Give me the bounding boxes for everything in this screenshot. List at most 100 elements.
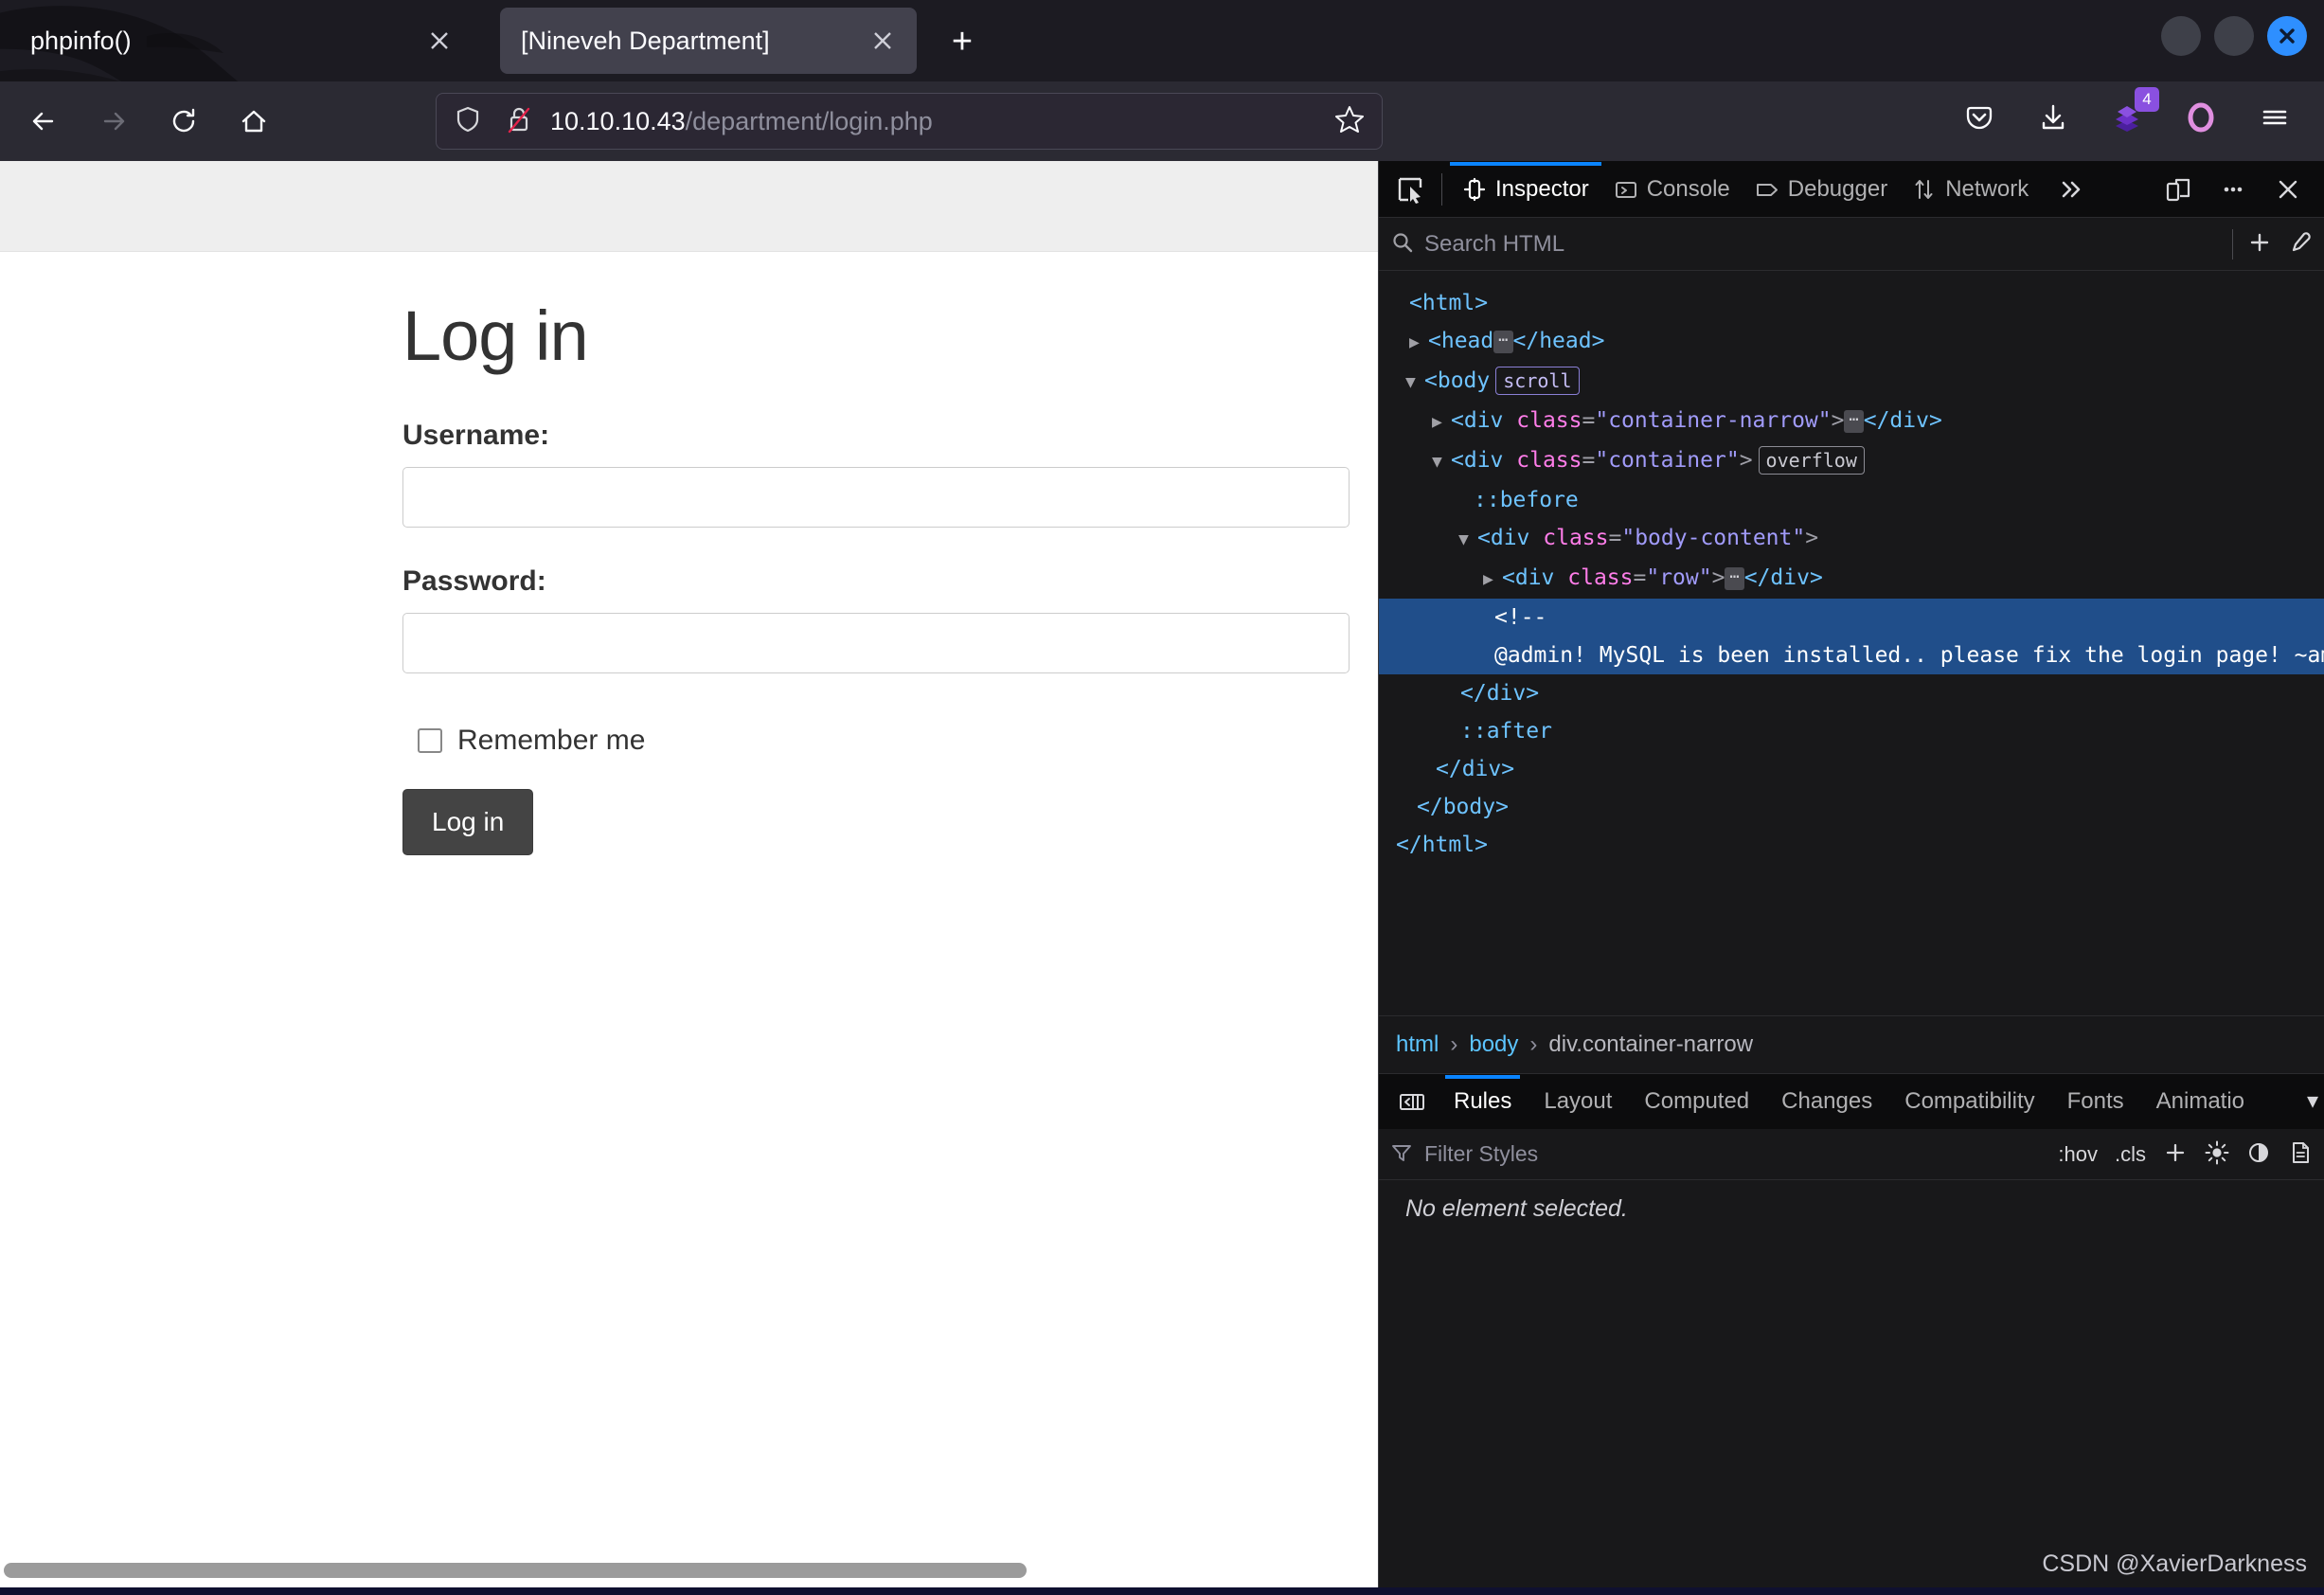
- new-tab-button[interactable]: +: [938, 17, 987, 66]
- forward-arrow-icon[interactable]: [87, 95, 140, 148]
- window-close-button[interactable]: [2267, 16, 2307, 56]
- dom-node-html[interactable]: <html>: [1379, 284, 2324, 322]
- breadcrumb-item-html[interactable]: html: [1396, 1031, 1439, 1058]
- tab-inspector[interactable]: Inspector: [1450, 161, 1601, 217]
- username-input[interactable]: [402, 467, 1350, 528]
- dom-search-bar[interactable]: Search HTML: [1379, 218, 2324, 271]
- dom-node-body-content[interactable]: <div class="body-content">: [1379, 519, 2324, 559]
- plus-icon[interactable]: [2246, 229, 2273, 260]
- tab-close-icon[interactable]: [419, 20, 460, 62]
- close-devtools-icon[interactable]: [2263, 166, 2313, 213]
- devtools-panel: Inspector Console Debugger Network Searc…: [1378, 161, 2324, 1595]
- home-icon[interactable]: [227, 95, 280, 148]
- insecure-lock-icon[interactable]: [503, 103, 535, 140]
- extension-icon[interactable]: 4: [2102, 87, 2159, 142]
- chevron-double-right-icon[interactable]: [2047, 166, 2096, 213]
- filter-styles-placeholder: Filter Styles: [1424, 1141, 1539, 1166]
- style-pane-tabs: Rules Layout Computed Changes Compatibil…: [1379, 1074, 2324, 1129]
- no-element-selected-message: No element selected.: [1405, 1195, 1628, 1222]
- dom-node-row[interactable]: <div class="row">⋯</div>: [1379, 559, 2324, 599]
- twisty-icon[interactable]: [1409, 324, 1428, 362]
- tab-label: Inspector: [1495, 175, 1589, 202]
- address-bar[interactable]: 10.10.10.43/department/login.php: [436, 93, 1383, 150]
- ellipsis-badge[interactable]: ⋯: [1725, 567, 1744, 590]
- tab-close-icon[interactable]: [862, 20, 903, 62]
- tab-network[interactable]: Network: [1900, 162, 2041, 217]
- dom-tree[interactable]: <html> <head⋯</head> <bodyscroll <div cl…: [1379, 271, 2324, 864]
- back-arrow-icon[interactable]: [17, 95, 70, 148]
- subtab-computed[interactable]: Computed: [1628, 1075, 1765, 1128]
- remember-me-row[interactable]: Remember me: [402, 725, 1378, 757]
- twisty-icon[interactable]: [1432, 403, 1451, 441]
- account-icon[interactable]: [2176, 93, 2226, 142]
- download-icon[interactable]: [2029, 93, 2078, 142]
- dom-node-after-pseudo[interactable]: ::after: [1379, 712, 2324, 750]
- sun-icon[interactable]: [2205, 1140, 2229, 1169]
- subtab-animation[interactable]: Animatio: [2140, 1075, 2261, 1128]
- breadcrumb-item-body[interactable]: body: [1469, 1031, 1518, 1058]
- more-options-icon[interactable]: [2208, 166, 2258, 213]
- remember-me-checkbox[interactable]: [418, 728, 442, 753]
- twisty-icon[interactable]: [1483, 561, 1502, 599]
- class-toggle-button[interactable]: .cls: [2115, 1142, 2146, 1167]
- twisty-icon[interactable]: [1458, 521, 1477, 559]
- tab-title: phpinfo(): [30, 26, 132, 55]
- dom-node-before-pseudo[interactable]: ::before: [1379, 481, 2324, 519]
- subtab-layout[interactable]: Layout: [1528, 1075, 1628, 1128]
- breadcrumb: html › body › div.container-narrow: [1379, 1015, 2324, 1074]
- window-maximize-button[interactable]: [2214, 16, 2254, 56]
- dom-node-body[interactable]: <bodyscroll: [1379, 362, 2324, 402]
- subtab-changes[interactable]: Changes: [1765, 1075, 1888, 1128]
- dom-node-container-narrow[interactable]: <div class="container-narrow">⋯</div>: [1379, 402, 2324, 441]
- subtab-rules[interactable]: Rules: [1438, 1075, 1528, 1128]
- dom-node-head[interactable]: <head⋯</head>: [1379, 322, 2324, 362]
- browser-window: phpinfo() [Nineveh Department] + 10.10.1…: [0, 0, 2324, 1595]
- subtab-fonts[interactable]: Fonts: [2051, 1075, 2140, 1128]
- twisty-icon[interactable]: [1432, 443, 1451, 481]
- ellipsis-badge[interactable]: ⋯: [1844, 410, 1864, 433]
- star-icon[interactable]: [1332, 102, 1367, 141]
- search-html-placeholder: Search HTML: [1424, 230, 1565, 257]
- plus-icon[interactable]: [2163, 1140, 2188, 1169]
- dom-node-close-container[interactable]: </div>: [1379, 750, 2324, 788]
- filter-styles-bar[interactable]: Filter Styles :hov .cls: [1379, 1129, 2324, 1180]
- ellipsis-badge[interactable]: ⋯: [1493, 331, 1513, 353]
- tab-title: [Nineveh Department]: [521, 26, 770, 55]
- window-minimize-button[interactable]: [2161, 16, 2201, 56]
- twisty-icon[interactable]: [1405, 364, 1424, 402]
- toggle-sidebar-icon[interactable]: [1386, 1080, 1438, 1123]
- password-input[interactable]: [402, 613, 1350, 673]
- search-bar-actions: [2232, 228, 2313, 260]
- reload-icon[interactable]: [157, 95, 210, 148]
- subtab-compatibility[interactable]: Compatibility: [1888, 1075, 2050, 1128]
- page-title: Log in: [402, 296, 589, 375]
- pocket-icon[interactable]: [1955, 93, 2004, 142]
- browser-tab-nineveh-department[interactable]: [Nineveh Department]: [500, 8, 917, 74]
- overflow-badge[interactable]: overflow: [1758, 446, 1865, 475]
- login-submit-button[interactable]: Log in: [402, 789, 534, 855]
- dom-node-close-html[interactable]: </html>: [1379, 826, 2324, 864]
- url-display[interactable]: 10.10.10.43/department/login.php: [550, 107, 933, 136]
- scroll-badge[interactable]: scroll: [1495, 367, 1580, 395]
- tab-console[interactable]: Console: [1601, 162, 1743, 217]
- element-picker-icon[interactable]: [1386, 168, 1434, 211]
- moon-icon[interactable]: [2246, 1140, 2271, 1169]
- dom-node-comment[interactable]: <!-- @admin! MySQL is been installed.. p…: [1379, 599, 2324, 674]
- tab-debugger[interactable]: Debugger: [1743, 162, 1900, 217]
- document-icon[interactable]: [2288, 1140, 2313, 1169]
- hover-pseudo-button[interactable]: :hov: [2058, 1142, 2098, 1167]
- comment-open: <!--: [1494, 605, 1547, 630]
- dom-node-close-body[interactable]: </body>: [1379, 788, 2324, 826]
- breadcrumb-item-container-narrow[interactable]: div.container-narrow: [1548, 1031, 1753, 1058]
- dom-node-close-body-content[interactable]: </div>: [1379, 674, 2324, 712]
- scrollbar-thumb[interactable]: [4, 1563, 1027, 1578]
- chevron-down-icon[interactable]: ▼: [2307, 1089, 2318, 1112]
- responsive-design-mode-icon[interactable]: [2154, 166, 2203, 213]
- debugger-icon: [1756, 183, 1778, 196]
- page-horizontal-scrollbar[interactable]: [0, 1561, 1378, 1582]
- browser-tab-phpinfo[interactable]: phpinfo(): [9, 8, 474, 74]
- eyedropper-icon[interactable]: [2286, 229, 2313, 260]
- shield-icon[interactable]: [452, 103, 484, 140]
- hamburger-menu-icon[interactable]: [2250, 93, 2299, 142]
- dom-node-container[interactable]: <div class="container">overflow: [1379, 441, 2324, 481]
